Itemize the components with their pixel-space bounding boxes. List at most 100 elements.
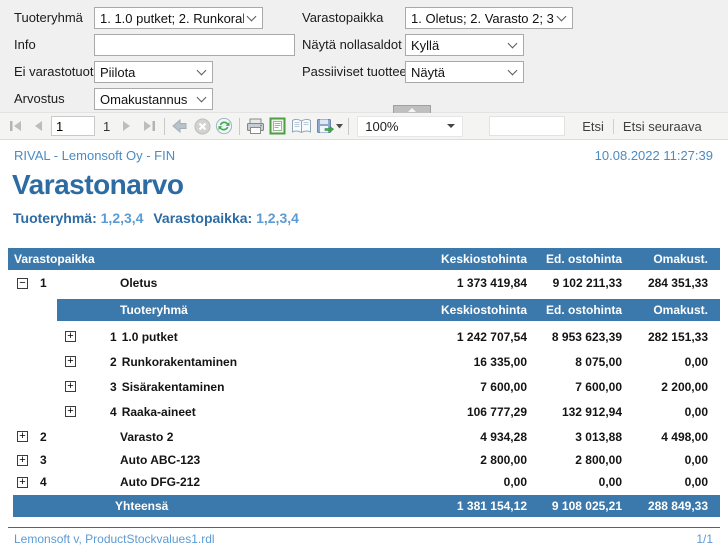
row-name: Oletus [110,276,397,290]
varastopaikka-select-value: 1. Oletus; 2. Varasto 2; 3. Auto [411,11,554,26]
next-page-icon [121,120,133,132]
page-setup-icon [291,118,312,135]
cell-omakust: 282 151,33 [622,330,720,344]
table-total-row: Yhteensä 1 381 154,12 9 108 025,21 288 8… [13,495,720,517]
table-row: + 2 Varasto 2 4 934,28 3 013,88 4 498,00 [8,424,720,449]
export-save-icon [316,118,334,134]
print-layout-button[interactable] [266,115,288,137]
report-toolbar: 1 [0,113,728,140]
previous-page-icon [32,120,44,132]
cell-keskiostohinta: 2 800,00 [397,453,527,467]
report-file-label: Lemonsoft v, ProductStockvalues1.rdl [14,532,215,546]
varastopaikka-label: Varastopaikka [302,7,383,29]
refresh-button[interactable] [213,115,235,137]
passiiviset-tuotteet-label: Passiiviset tuotteet [302,61,410,83]
expand-toggle[interactable]: + [17,455,28,466]
report-datetime: 10.08.2022 11:27:39 [595,148,713,163]
cell-omakust: 2 200,00 [622,380,720,394]
cell-keskiostohinta: 106 777,29 [397,405,527,419]
find-link[interactable]: Etsi [573,119,613,134]
passiiviset-tuotteet-select-value: Näytä [411,65,505,80]
header-keskiostohinta: Keskiostohinta [397,252,527,266]
ei-varastotuote-select-value: Piilota [100,65,194,80]
table-header-row: Varastopaikka Keskiostohinta Ed. ostohin… [8,248,720,270]
row-name: 3Sisärakentaminen [110,380,397,394]
expand-toggle[interactable]: + [65,356,76,367]
param-tuoteryhma-label: Tuoteryhmä: [13,210,97,226]
cell-ed-ostohinta: 0,00 [527,475,622,489]
tuoteryhma-select[interactable]: 1. 1.0 putket; 2. Runkorakenta [94,7,263,29]
cell-omakust: 284 351,33 [622,276,720,290]
cell-ed-ostohinta: 7 600,00 [527,380,622,394]
report-page: RIVAL - Lemonsoft Oy - FIN 10.08.2022 11… [0,140,728,554]
cell-keskiostohinta: 1 242 707,54 [397,330,527,344]
total-omakust: 288 849,33 [622,499,720,513]
next-page-button[interactable] [116,115,138,137]
stop-button[interactable] [191,115,213,137]
row-number: 2 [32,430,58,444]
expand-toggle[interactable]: + [65,331,76,342]
search-input[interactable] [489,116,565,136]
cell-ed-ostohinta: 3 013,88 [527,430,622,444]
cell-keskiostohinta: 16 335,00 [397,355,527,369]
info-input[interactable] [94,34,295,56]
last-page-button[interactable] [138,115,160,137]
report-footer-divider [8,527,720,528]
nayta-nollasaldot-select[interactable]: Kyllä [405,34,524,56]
row-name: 4Raaka-aineet [110,405,397,419]
tuoteryhma-label: Tuoteryhmä [14,7,83,29]
table-row: + 4 Auto DFG-212 0,00 0,00 0,00 [8,471,720,493]
cell-keskiostohinta: 7 600,00 [397,380,527,394]
stop-icon [194,118,211,135]
stock-value-table: Varastopaikka Keskiostohinta Ed. ostohin… [8,248,720,517]
ei-varastotuote-select[interactable]: Piilota [94,61,213,83]
cell-omakust: 0,00 [622,475,720,489]
report-page-indicator: 1/1 [696,532,713,546]
refresh-icon [215,117,233,135]
cell-omakust: 4 498,00 [622,430,720,444]
row-number: 4 [32,475,58,489]
table-row: + 4Raaka-aineet 106 777,29 132 912,94 0,… [8,399,720,424]
cell-ed-ostohinta: 9 102 211,33 [527,276,622,290]
expand-toggle[interactable]: + [65,406,76,417]
back-button[interactable] [169,115,191,137]
tuoteryhma-select-value: 1. 1.0 putket; 2. Runkorakenta [100,11,244,26]
collapse-toggle[interactable]: − [17,278,28,289]
first-page-button[interactable] [5,115,27,137]
header-varastopaikka: Varastopaikka [8,252,397,266]
param-varastopaikka-value: 1,2,3,4 [256,210,299,226]
current-page-input[interactable] [51,116,95,136]
chevron-down-icon [508,66,518,76]
row-name: Auto ABC-123 [110,453,397,467]
cell-ed-ostohinta: 132 912,94 [527,405,622,419]
table-row: + 3 Auto ABC-123 2 800,00 2 800,00 0,00 [8,449,720,471]
dropdown-caret-icon [336,124,343,129]
print-button[interactable] [244,115,266,137]
passiiviset-tuotteet-select[interactable]: Näytä [405,61,524,83]
row-name: 2Runkorakentaminen [110,355,397,369]
cell-ed-ostohinta: 8 075,00 [527,355,622,369]
param-varastopaikka-label: Varastopaikka: [153,210,252,226]
print-layout-icon [269,117,286,135]
header-ed-ostohinta: Ed. ostohinta [527,252,622,266]
first-page-icon [9,120,23,132]
arvostus-select[interactable]: Omakustannus [94,88,213,110]
last-page-icon [142,120,156,132]
total-keskiostohinta: 1 381 154,12 [397,499,527,513]
expand-toggle[interactable]: + [17,477,28,488]
total-label: Yhteensä [13,499,397,513]
page-setup-button[interactable] [288,115,314,137]
find-next-link[interactable]: Etsi seuraava [614,119,711,134]
filter-panel: Tuoteryhmä Info Ei varastotuote Arvostus… [0,0,728,113]
zoom-select-value: 100% [365,119,398,134]
previous-page-button[interactable] [27,115,49,137]
row-name: Varasto 2 [110,430,397,444]
cell-omakust: 0,00 [622,355,720,369]
zoom-select[interactable]: 100% [357,116,463,137]
toolbar-separator [239,118,240,135]
export-button[interactable] [314,115,344,137]
expand-toggle[interactable]: + [17,431,28,442]
cell-ed-ostohinta: 8 953 623,39 [527,330,622,344]
varastopaikka-select[interactable]: 1. Oletus; 2. Varasto 2; 3. Auto [405,7,573,29]
expand-toggle[interactable]: + [65,381,76,392]
